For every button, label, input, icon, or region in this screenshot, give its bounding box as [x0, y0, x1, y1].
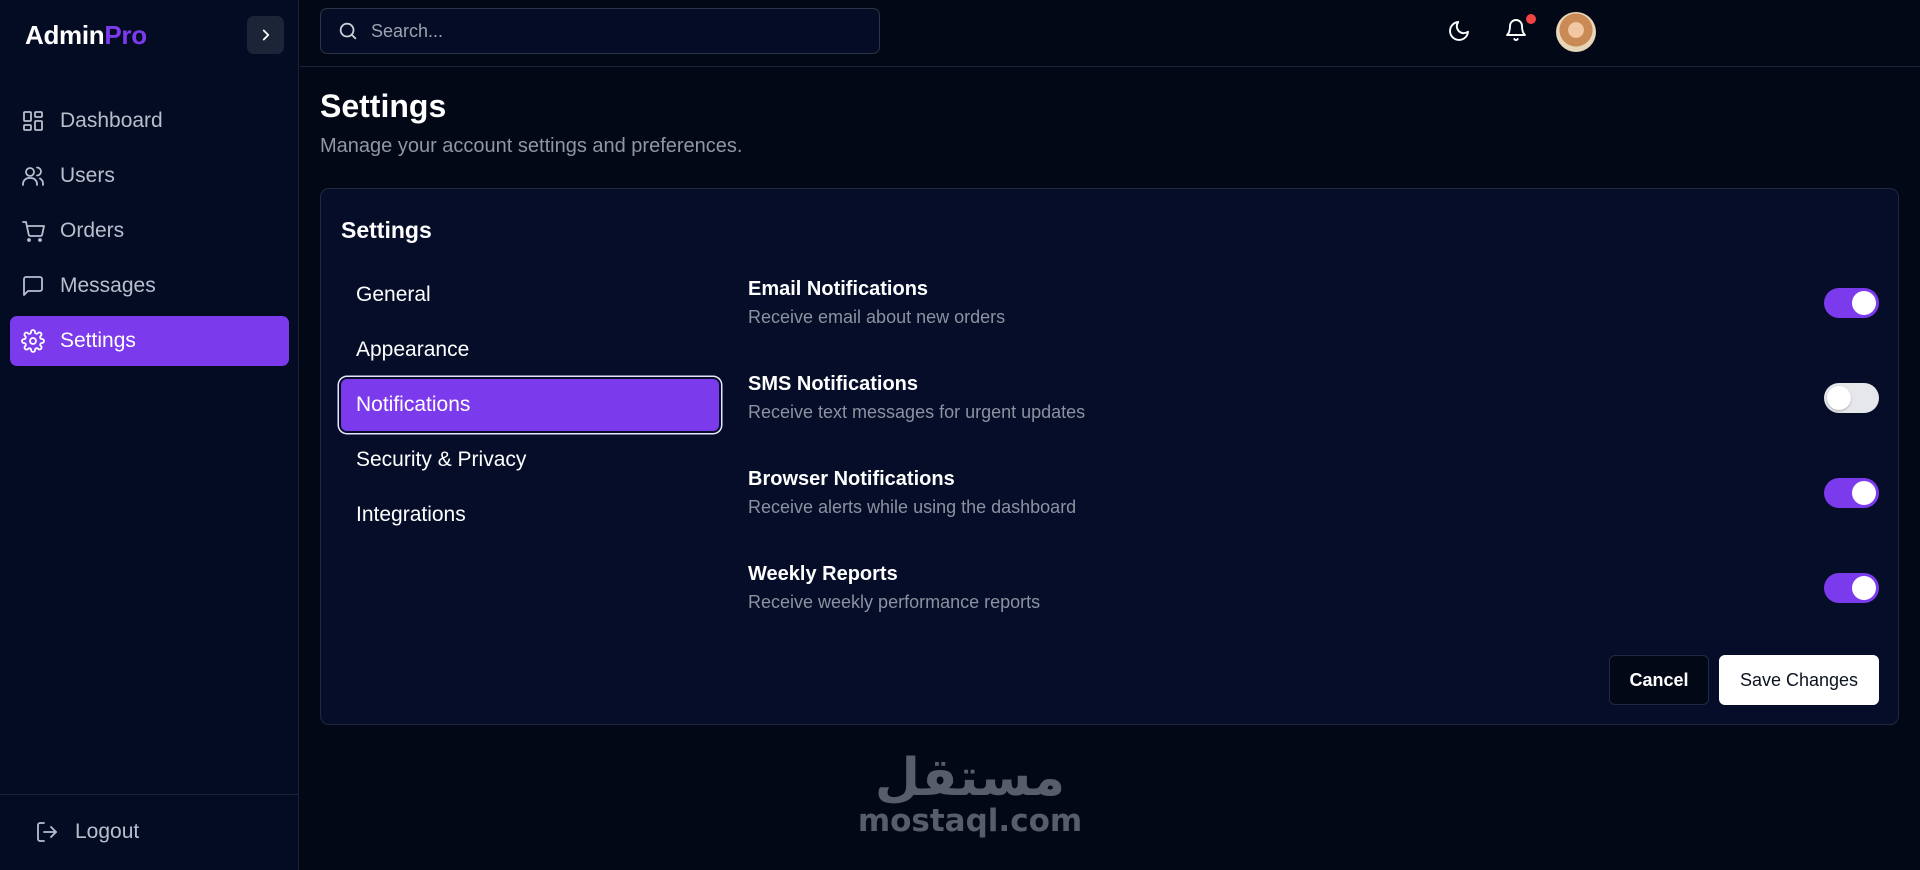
- weekly-reports-toggle[interactable]: [1824, 573, 1879, 603]
- sidebar-item-label: Messages: [60, 274, 156, 297]
- tab-label: Appearance: [356, 338, 470, 361]
- setting-description-email: Receive email about new orders: [748, 307, 1006, 327]
- setting-description-browser: Receive alerts while using the dashboard: [748, 497, 1077, 517]
- toggle-knob: [1852, 481, 1876, 505]
- page-subtitle: Manage your account settings and prefere…: [320, 135, 743, 157]
- sidebar: AdminPro Dashboard Users Orders Messages…: [0, 0, 299, 870]
- save-button[interactable]: Save Changes: [1719, 655, 1879, 705]
- brand-name-primary: Admin: [25, 20, 105, 50]
- page-title: Settings: [320, 88, 447, 124]
- watermark-latin: mostaql.com: [857, 803, 1083, 839]
- setting-description-weekly: Receive weekly performance reports: [748, 592, 1041, 612]
- sidebar-item-label: Dashboard: [60, 109, 163, 132]
- sms-notifications-toggle[interactable]: [1824, 383, 1879, 413]
- sidebar-footer: Logout: [0, 794, 299, 870]
- sidebar-item-messages[interactable]: Messages: [10, 261, 289, 311]
- tab-label: Notifications: [356, 393, 471, 416]
- tab-label: Integrations: [356, 503, 466, 526]
- brand-logo[interactable]: AdminPro: [25, 20, 147, 51]
- setting-title-sms: SMS Notifications: [748, 373, 919, 395]
- toggle-knob: [1827, 386, 1851, 410]
- watermark-arabic: مستقل: [874, 748, 1066, 808]
- sidebar-nav: Dashboard Users Orders Messages Settings: [10, 96, 289, 371]
- tab-security-privacy[interactable]: Security & Privacy: [341, 434, 719, 486]
- notification-badge: [1526, 14, 1536, 24]
- sidebar-item-dashboard[interactable]: Dashboard: [10, 96, 289, 146]
- cancel-button[interactable]: Cancel: [1609, 655, 1709, 705]
- sidebar-item-settings[interactable]: Settings: [10, 316, 289, 366]
- setting-description-sms: Receive text messages for urgent updates: [748, 402, 1086, 422]
- users-icon: [21, 164, 45, 188]
- sidebar-item-label: Settings: [60, 329, 136, 352]
- tab-notifications[interactable]: Notifications: [341, 379, 719, 431]
- chevron-right-icon: [257, 26, 275, 44]
- setting-title-email: Email Notifications: [748, 278, 929, 300]
- sidebar-item-label: Orders: [60, 219, 125, 242]
- toggle-knob: [1852, 576, 1876, 600]
- watermark: مستقل mostaql.com: [820, 750, 1120, 838]
- toggle-knob: [1852, 291, 1876, 315]
- tab-integrations[interactable]: Integrations: [341, 489, 719, 541]
- brand-name-accent: Pro: [104, 20, 147, 50]
- logout-label: Logout: [75, 820, 140, 843]
- tab-label: Security & Privacy: [356, 448, 527, 471]
- dashboard-icon: [21, 109, 45, 133]
- tab-general[interactable]: General: [341, 269, 719, 321]
- sidebar-item-label: Users: [60, 164, 115, 187]
- search-box[interactable]: [320, 8, 880, 54]
- browser-notifications-toggle[interactable]: [1824, 478, 1879, 508]
- bell-icon: [1504, 18, 1528, 44]
- cart-icon: [21, 219, 45, 243]
- search-icon: [337, 20, 359, 42]
- email-notifications-toggle[interactable]: [1824, 288, 1879, 318]
- logout-button[interactable]: Logout: [35, 820, 139, 844]
- setting-title-weekly: Weekly Reports: [748, 563, 898, 585]
- sidebar-item-users[interactable]: Users: [10, 151, 289, 201]
- message-icon: [21, 274, 45, 298]
- avatar[interactable]: [1556, 12, 1596, 52]
- settings-card: Settings General Appearance Notification…: [320, 188, 1899, 725]
- sidebar-toggle-button[interactable]: [247, 16, 284, 54]
- top-header: [300, 0, 1920, 67]
- gear-icon: [21, 329, 45, 353]
- search-input[interactable]: [371, 20, 851, 42]
- card-title: Settings: [341, 217, 432, 243]
- tab-label: General: [356, 283, 431, 306]
- moon-icon: [1447, 19, 1471, 45]
- setting-title-browser: Browser Notifications: [748, 468, 955, 490]
- sidebar-item-orders[interactable]: Orders: [10, 206, 289, 256]
- tab-appearance[interactable]: Appearance: [341, 324, 719, 376]
- dark-mode-toggle[interactable]: [1447, 19, 1473, 45]
- logout-icon: [35, 820, 59, 844]
